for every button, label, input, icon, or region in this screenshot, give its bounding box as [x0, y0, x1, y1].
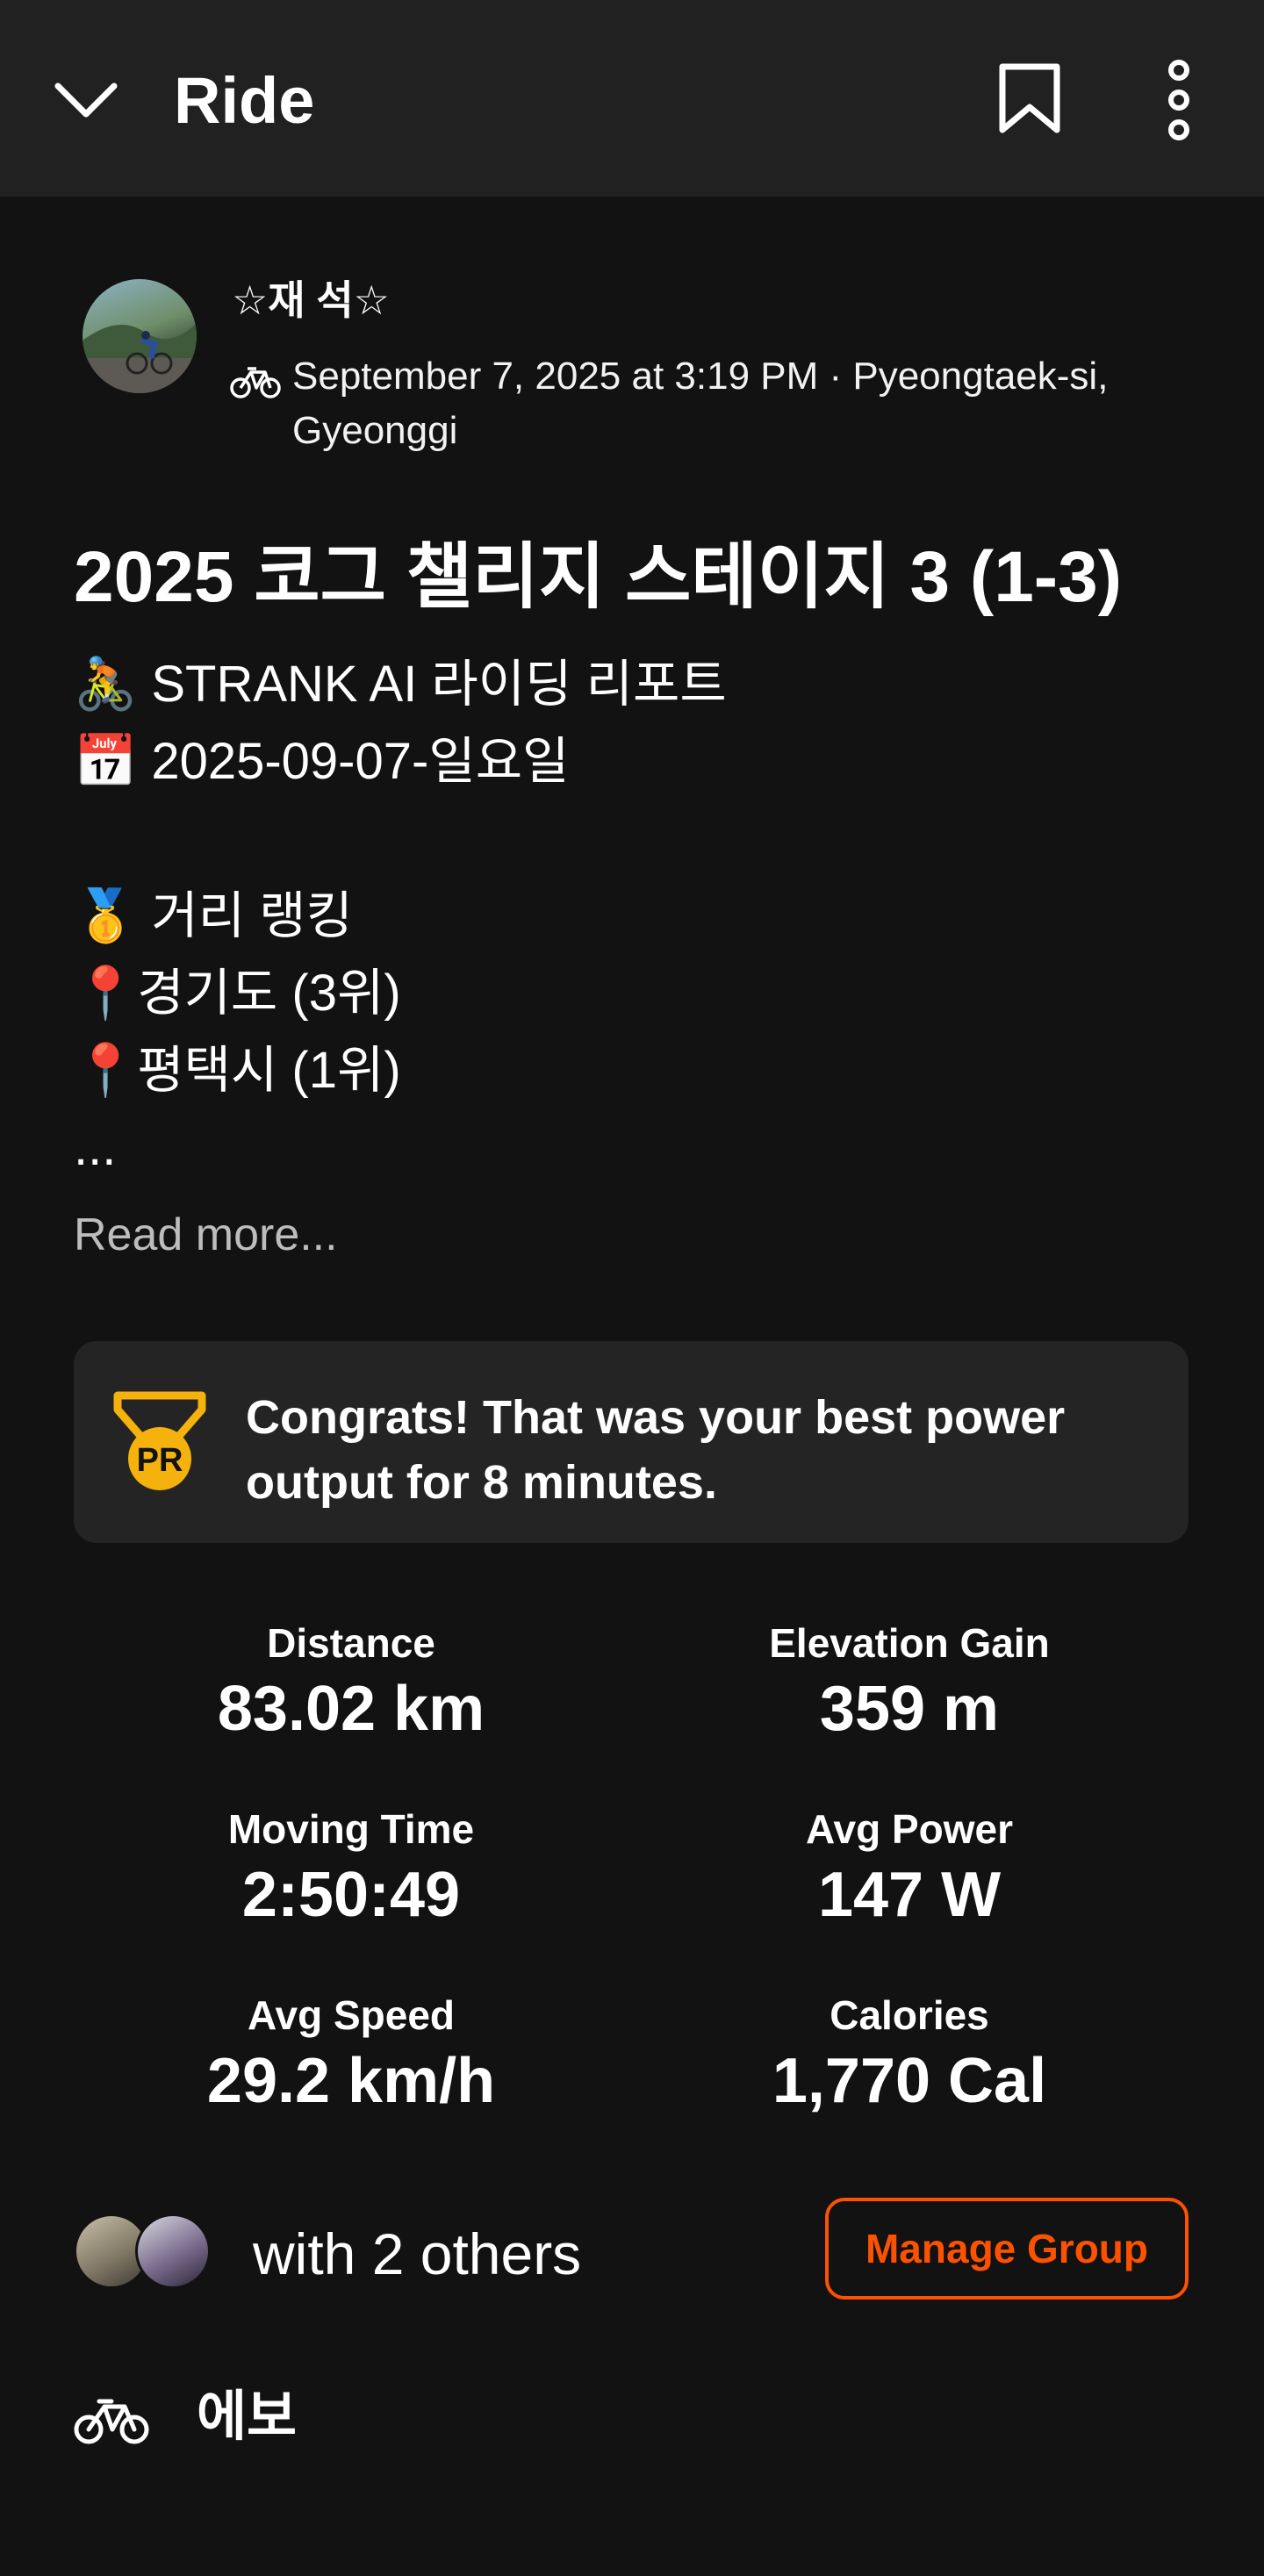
gear-name[interactable]: 에보	[197, 2382, 297, 2452]
description-line: 🚴 STRANK AI 라이딩 리포트	[74, 656, 727, 713]
stat-label: Avg Speed	[247, 1992, 456, 2038]
stat-label: Avg Power	[805, 1806, 1014, 1852]
stat-label: Elevation Gain	[769, 1620, 1050, 1666]
page-title: Ride	[174, 64, 315, 137]
bike-icon	[230, 367, 281, 398]
group-member-avatar[interactable]	[135, 2214, 211, 2289]
description-line: 📍경기도 (3위)	[74, 965, 401, 1022]
activity-date-location: September 7, 2025 at 3:19 PM · Pyeongtae…	[292, 355, 1109, 452]
description-line	[74, 800, 1215, 878]
stat-value: 29.2 km/h	[206, 2046, 496, 2116]
stat-value: 1,770 Cal	[772, 2046, 1047, 2116]
description-line: 📅 2025-09-07-일요일	[74, 733, 570, 790]
stat-value: 147 W	[817, 1860, 1002, 1930]
activity-description: 🚴 STRANK AI 라이딩 리포트 📅 2025-09-07-일요일 🥇 거…	[74, 646, 1215, 1187]
athlete-avatar[interactable]	[83, 279, 197, 393]
activity-title: 2025 코그 챌리지 스테이지 3 (1-3)	[74, 537, 1123, 617]
athlete-name[interactable]: ☆재 석☆	[232, 276, 390, 325]
stat-value: 359 m	[819, 1674, 1000, 1744]
bike-icon	[74, 2399, 149, 2444]
bookmark-icon[interactable]	[997, 61, 1062, 135]
stat-label: Calories	[830, 1992, 989, 2038]
chevron-down-icon[interactable]	[51, 68, 121, 130]
stat-calories: Calories 1,770 Cal	[628, 1991, 1190, 2120]
stat-distance: Distance 83.02 km	[70, 1618, 632, 1748]
stat-avg-speed: Avg Speed 29.2 km/h	[70, 1991, 632, 2120]
description-line: 🥇 거리 랭킹	[74, 887, 353, 944]
pr-achievement-card[interactable]: PR Congrats! That was your best power ou…	[74, 1341, 1189, 1543]
pr-message: Congrats! That was your best power outpu…	[246, 1391, 1066, 1509]
stat-avg-power: Avg Power 147 W	[628, 1805, 1190, 1934]
pr-medal-icon: PR	[113, 1391, 206, 1490]
description-line: ...	[74, 1119, 117, 1176]
top-app-bar: Ride	[0, 0, 1264, 197]
stat-label: Moving Time	[227, 1806, 475, 1852]
read-more-link[interactable]: Read more...	[74, 1204, 338, 1266]
more-vertical-icon[interactable]	[1157, 60, 1201, 140]
manage-group-button[interactable]: Manage Group	[825, 2198, 1189, 2300]
description-line: 📍평택시 (1위)	[74, 1042, 401, 1099]
group-members-text[interactable]: with 2 others	[253, 2219, 581, 2289]
stat-moving-time: Moving Time 2:50:49	[70, 1805, 632, 1934]
stat-label: Distance	[267, 1620, 435, 1666]
stat-value: 83.02 km	[217, 1674, 485, 1744]
pr-badge-text: PR	[137, 1442, 183, 1479]
stat-elevation-gain: Elevation Gain 359 m	[628, 1618, 1190, 1748]
stat-value: 2:50:49	[241, 1860, 461, 1930]
